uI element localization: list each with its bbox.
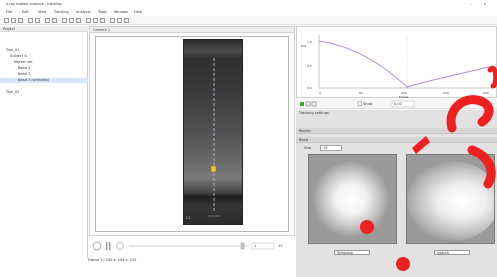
frame-readout: 12 <box>278 244 283 248</box>
template-blob <box>313 161 389 237</box>
size-field-value: 15 <box>323 146 328 150</box>
x-tick: 0 <box>319 91 321 95</box>
menu-tools[interactable]: Tools <box>98 10 112 14</box>
menu-view[interactable]: View <box>38 10 52 14</box>
zoom-plot-icon[interactable] <box>311 101 317 107</box>
track-overlay <box>208 58 220 217</box>
title-bar: x-ray motion analysis - tracking – x <box>0 0 497 9</box>
search-thumbnail[interactable] <box>406 154 495 244</box>
menu-analysis[interactable]: Analysis <box>76 10 96 14</box>
template-thumbnail[interactable] <box>308 154 397 244</box>
plot-panel: Pos 1.0 0.5 0.0 0 50 100 150 200 Frame <box>296 26 497 99</box>
xray-image[interactable]: C1 <box>183 39 243 225</box>
tree-item[interactable]: Bead 2 <box>0 72 88 77</box>
undo-icon[interactable] <box>28 18 33 23</box>
y-tick: 0.0 <box>307 86 312 90</box>
save-icon[interactable] <box>18 18 23 23</box>
menu-file[interactable]: File <box>6 10 20 14</box>
tree-header: Project <box>0 26 88 32</box>
track-icon[interactable] <box>62 18 67 23</box>
close-button[interactable]: x <box>484 2 490 6</box>
show-checkbox[interactable] <box>357 101 362 106</box>
image-viewer: Camera 1 C1 <box>89 26 295 236</box>
tree-item-selected[interactable]: Bead 3 (selected) <box>0 78 88 83</box>
menu-window[interactable]: Window <box>114 10 132 14</box>
menu-help[interactable]: Help <box>134 10 148 14</box>
play-icon[interactable] <box>110 18 115 23</box>
settings-info-label: Tracking settings: <box>299 111 330 115</box>
main-toolbar <box>0 16 497 25</box>
new-icon[interactable] <box>4 18 9 23</box>
x-tick: 200 <box>483 91 489 95</box>
settings-icon[interactable] <box>76 18 81 23</box>
search-caption-text: Search <box>437 251 450 255</box>
grid-toggle-icon[interactable] <box>305 101 311 107</box>
pause-icon[interactable] <box>106 242 108 250</box>
size-field-label: Size <box>304 146 312 150</box>
tracking-settings-panel: Tracking settings: Region Bead Size 15 T… <box>296 110 497 277</box>
zoom-out-icon[interactable] <box>52 18 57 23</box>
tree-item[interactable]: Subject A <box>0 54 88 59</box>
camera-icon[interactable] <box>86 18 91 23</box>
bead-row[interactable]: Bead <box>296 137 497 143</box>
search-blob <box>407 161 494 241</box>
plot-toolbar: Show 0.00 <box>296 99 497 109</box>
minimize-button[interactable]: – <box>470 2 476 6</box>
image-canvas[interactable]: C1 <box>95 36 289 232</box>
tree-item[interactable]: Trial_01 <box>0 48 88 53</box>
loop-icon[interactable] <box>92 241 102 251</box>
tree-item[interactable]: Bead 1 <box>0 66 88 71</box>
region-row[interactable]: Region <box>296 128 497 134</box>
tree-item[interactable]: Marker set <box>0 60 88 65</box>
region-row-label: Region <box>299 129 311 133</box>
step-icon[interactable] <box>116 242 124 250</box>
frame-field[interactable]: 1 <box>254 244 272 248</box>
y-tick: 1.0 <box>307 40 312 44</box>
playback-bar: 1 12 <box>89 237 295 255</box>
green-marker-icon[interactable] <box>300 102 304 106</box>
x-tick: 50 <box>359 91 363 95</box>
viewer-header: Camera 1 <box>90 27 294 33</box>
menu-edit[interactable]: Edit <box>22 10 36 14</box>
tree-item-label: Bead 1 <box>18 66 31 70</box>
show-checkbox-label: Show <box>363 102 373 106</box>
open-icon[interactable] <box>11 18 16 23</box>
zoom-in-icon[interactable] <box>45 18 50 23</box>
stop-icon[interactable] <box>117 18 122 23</box>
tree-item[interactable]: Trial_02 <box>0 90 88 95</box>
window-title: x-ray motion analysis - tracking <box>6 2 62 6</box>
plot-y-label: Pos <box>301 44 307 48</box>
project-tree: Project Trial_01 Subject A Marker set Be… <box>0 26 88 258</box>
x-tick: 150 <box>443 91 449 95</box>
template-caption: Template <box>334 250 370 255</box>
tracked-marker[interactable] <box>210 165 217 173</box>
tree-item-label: Bead 2 <box>18 72 31 76</box>
redo-icon[interactable] <box>35 18 40 23</box>
menu-tracking[interactable]: Tracking <box>54 10 74 14</box>
viewer-title: Camera 1 <box>93 28 111 32</box>
export-icon[interactable] <box>100 18 105 23</box>
camera-corner-label: C1 <box>186 216 191 220</box>
help-icon[interactable] <box>124 18 129 23</box>
search-caption: Search <box>434 250 470 255</box>
slider-handle[interactable] <box>240 242 245 250</box>
marker-icon[interactable] <box>69 18 74 23</box>
y-tick: 0.5 <box>307 64 312 68</box>
bead-row-label: Bead <box>299 138 308 142</box>
tree-item-label: Bead 3 (selected) <box>18 78 49 82</box>
template-caption-text: Template <box>337 251 353 255</box>
position-curve <box>318 40 494 88</box>
size-field[interactable]: 15 <box>320 145 342 151</box>
tree-item-label: Marker set <box>14 60 33 64</box>
offset-field[interactable]: 0.00 <box>394 102 412 106</box>
tree-item-label: Trial_02 <box>6 90 20 94</box>
position-plot: Pos 1.0 0.5 0.0 0 50 100 150 200 Frame <box>301 35 494 99</box>
tree-item-label: Subject A <box>10 54 27 58</box>
tree-header-label: Project <box>3 27 15 31</box>
tree-item-label: Trial_01 <box>6 48 20 52</box>
menu-bar: File Edit View Tracking Analysis Tools W… <box>0 9 497 16</box>
grid-icon[interactable] <box>93 18 98 23</box>
